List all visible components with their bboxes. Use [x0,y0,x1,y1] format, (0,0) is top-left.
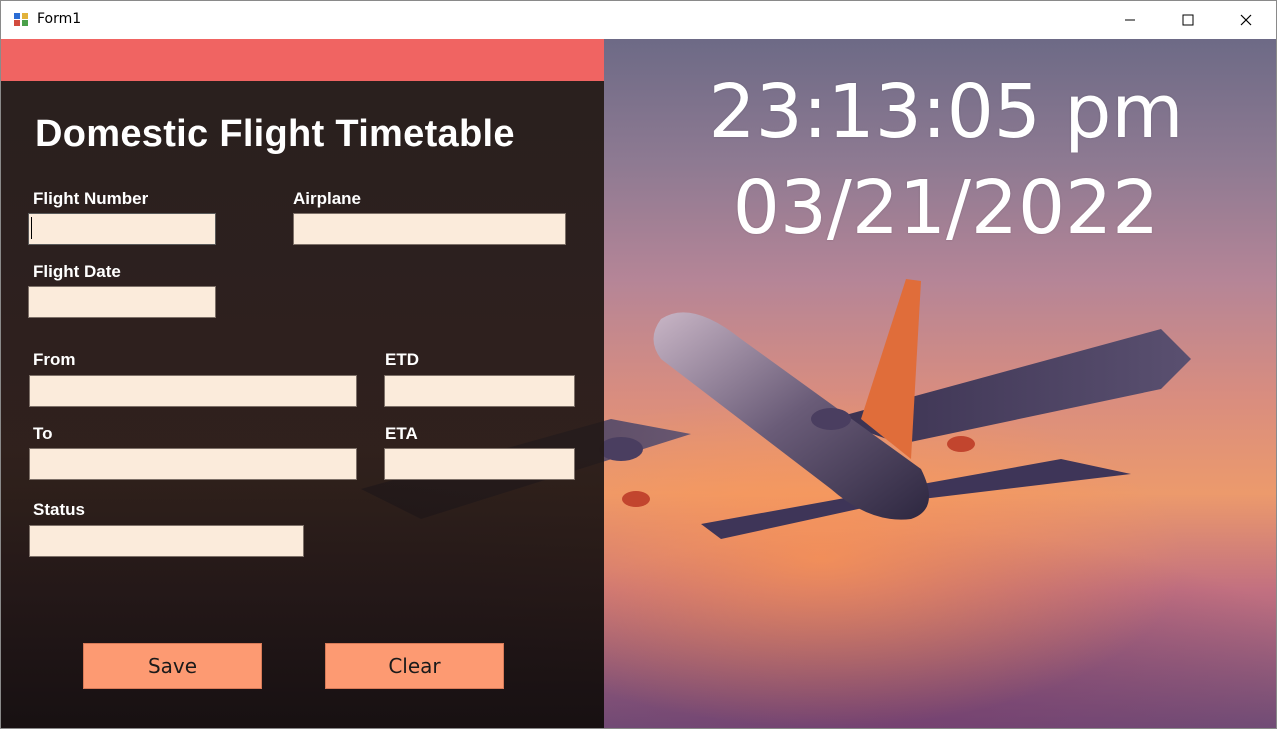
window-title: Form1 [37,11,82,27]
flight-number-label: Flight Number [33,189,149,208]
airplane-input[interactable] [293,213,566,245]
clock-time: 23:13:05 pm [708,69,1184,155]
flight-entry-panel: Domestic Flight Timetable Flight Number … [1,39,604,728]
flight-date-input[interactable] [28,286,216,318]
page-title: Domestic Flight Timetable [35,113,515,155]
status-label: Status [33,500,85,519]
form-client-area: Domestic Flight Timetable Flight Number … [1,39,1276,728]
app-window: Form1 Domestic Flight Timetable Flight N… [0,0,1277,729]
to-input[interactable] [29,448,357,480]
flight-date-label: Flight Date [33,262,121,281]
eta-label: ETA [385,424,418,443]
minimize-icon [1125,19,1135,21]
clear-button[interactable]: Clear [325,643,504,689]
text-caret [31,217,32,239]
eta-input[interactable] [384,448,575,480]
maximize-button[interactable] [1159,1,1217,39]
status-input[interactable] [29,525,304,557]
to-label: To [33,424,53,443]
flight-number-input[interactable] [28,213,216,245]
etd-label: ETD [385,350,419,369]
app-icon [14,13,28,26]
from-input[interactable] [29,375,357,407]
close-button[interactable] [1217,1,1275,39]
accent-strip [1,39,604,81]
from-label: From [33,350,76,369]
close-icon [1240,14,1252,26]
minimize-button[interactable] [1101,1,1159,39]
clock-date: 03/21/2022 [732,165,1160,251]
save-button[interactable]: Save [83,643,262,689]
etd-input[interactable] [384,375,575,407]
maximize-icon [1182,14,1194,26]
airplane-label: Airplane [293,189,362,208]
title-bar[interactable]: Form1 [1,1,1276,39]
